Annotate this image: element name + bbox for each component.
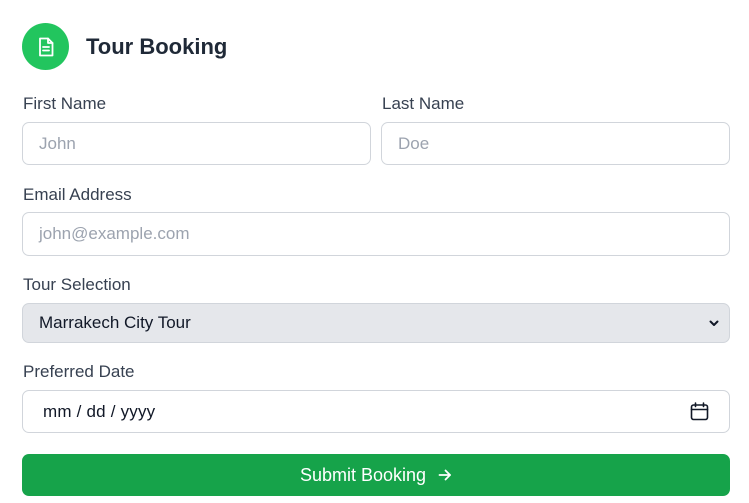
document-icon xyxy=(37,37,55,57)
first-name-placeholder: John xyxy=(39,133,76,153)
email-placeholder: john@example.com xyxy=(39,224,190,243)
last-name-placeholder: Doe xyxy=(398,133,430,153)
date-input[interactable]: mm / dd / yyyy xyxy=(22,390,730,433)
form-header: Tour Booking xyxy=(22,23,227,70)
date-input-value: mm / dd / yyyy xyxy=(43,401,156,421)
calendar-icon[interactable] xyxy=(690,402,709,421)
tour-selection-label: Tour Selection xyxy=(23,275,131,294)
last-name-field[interactable]: Doe xyxy=(381,122,730,165)
last-name-label: Last Name xyxy=(382,94,465,113)
preferred-date-label: Preferred Date xyxy=(23,362,135,381)
first-name-label: First Name xyxy=(23,94,107,113)
email-label: Email Address xyxy=(23,185,132,204)
chevron-down-icon xyxy=(708,317,720,329)
submit-booking-button[interactable]: Submit Booking xyxy=(22,454,730,496)
tour-select[interactable]: Marrakech City Tour xyxy=(22,303,730,343)
submit-booking-label: Submit Booking xyxy=(299,464,427,485)
email-field[interactable]: john@example.com xyxy=(22,212,730,256)
first-name-field[interactable]: John xyxy=(22,122,371,165)
page-title: Tour Booking xyxy=(86,33,228,59)
header-badge xyxy=(22,23,69,70)
tour-select-value: Marrakech City Tour xyxy=(39,313,191,332)
arrow-right-icon xyxy=(438,468,452,482)
